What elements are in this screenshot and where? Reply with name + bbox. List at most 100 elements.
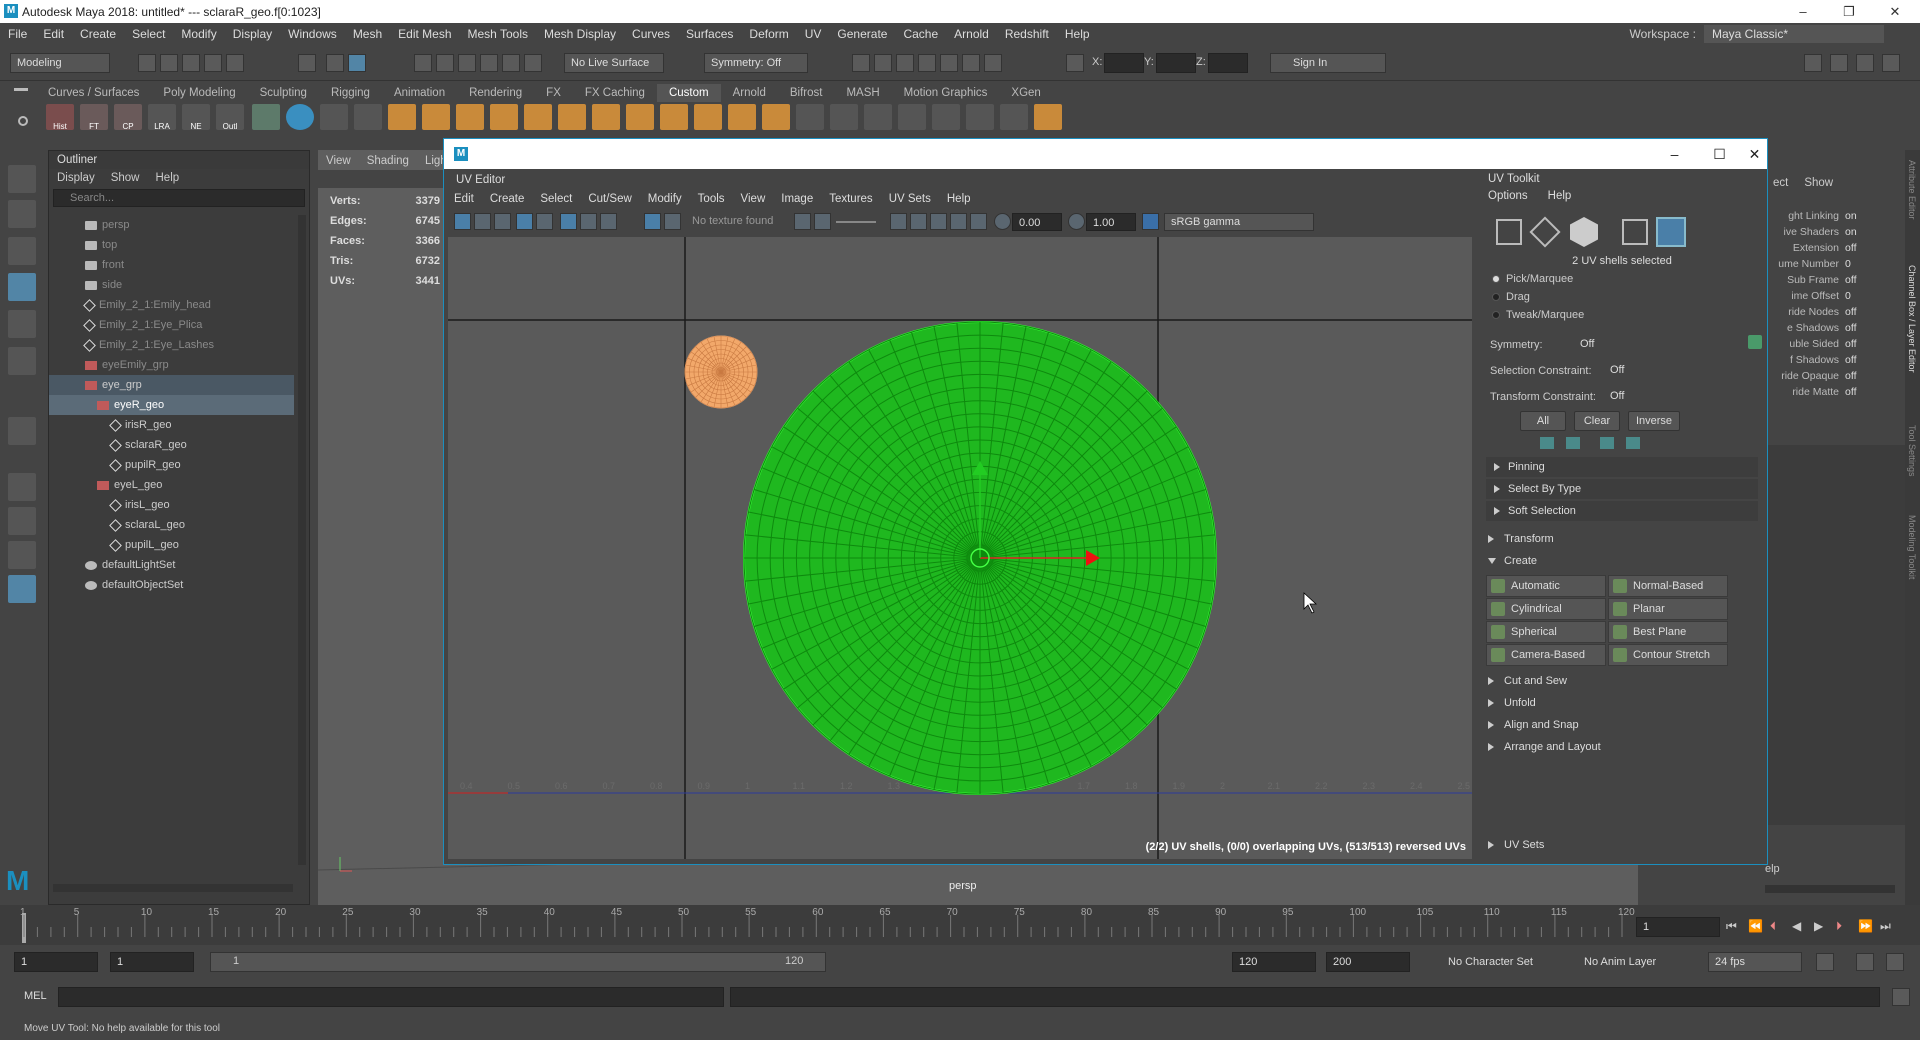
menu-set-dropdown[interactable]: Modeling [10,53,110,73]
playback-end-field[interactable]: 120 [1232,952,1316,972]
section-transform[interactable]: Transform [1480,529,1764,549]
section-cut-and-sew[interactable]: Cut and Sew [1480,671,1764,691]
channel-menu-show[interactable]: Show [1796,177,1841,189]
anim-layer-dropdown[interactable]: No Anim Layer [1584,952,1694,972]
restore-button[interactable]: ❐ [1826,0,1872,23]
cylindrical-projection-button[interactable]: Cylindrical [1486,598,1606,620]
step-forward-key-icon[interactable]: ⏩ [1858,919,1873,933]
outliner-item-defaultobjectset[interactable]: defaultObjectSet [49,575,294,595]
planar-projection-button[interactable]: Planar [1608,598,1728,620]
normal-based-projection-button[interactable]: Normal-Based [1608,575,1728,597]
outliner-item-eyeemily-grp[interactable]: eyeEmily_grp [49,355,294,375]
toolkit-menu-options[interactable]: Options [1478,190,1538,202]
uv-frame-selected-icon[interactable] [910,213,927,230]
uv-colorspace-dropdown[interactable]: sRGB gamma [1164,213,1314,231]
channel-row[interactable]: Extension off [1765,242,1915,258]
uv-editor-titlebar[interactable]: M – ☐ ✕ [444,139,1767,169]
menu-windows[interactable]: Windows [280,27,345,41]
uv-gamma-icon[interactable] [1068,213,1085,230]
outliner-item-irisl-geo[interactable]: irisL_geo [49,495,294,515]
channel-row[interactable]: ime Offset 0 [1765,290,1915,306]
show-manipulator-icon[interactable] [8,417,36,445]
viewport-menu-shading[interactable]: Shading [359,155,417,167]
shelf-tab-fx[interactable]: FX [534,84,573,102]
section-soft-selection[interactable]: Soft Selection [1486,501,1758,521]
outliner-search-input[interactable]: Search... [53,189,305,207]
menu-uv[interactable]: UV [797,27,830,41]
uv-grid-toggle-icon[interactable] [560,213,577,230]
transform-constraint-dropdown[interactable]: Off [1610,387,1710,405]
local-rotation-axes-icon[interactable]: LRA [148,104,176,131]
y-field[interactable] [1156,53,1196,73]
uv-menu-select[interactable]: Select [532,193,580,205]
menu-generate[interactable]: Generate [829,27,895,41]
outliner-item-front[interactable]: front [49,255,294,275]
radio-pick-marquee[interactable] [1492,275,1500,283]
rotate-tool-icon[interactable] [8,310,36,338]
spherical-projection-button[interactable]: Spherical [1486,621,1606,643]
snap-pivot-icon[interactable] [524,54,542,72]
slide-edge-icon[interactable] [932,104,960,130]
section-create[interactable]: Create [1480,551,1764,571]
render-frame-icon[interactable] [852,54,870,72]
uv-texture-borders-icon[interactable] [516,213,533,230]
uv-menu-textures[interactable]: Textures [821,193,880,205]
menu-mesh[interactable]: Mesh [345,27,390,41]
uv-image-display-icon[interactable] [644,213,661,230]
go-to-start-icon[interactable]: ⏮ [1726,919,1737,934]
fps-dropdown[interactable]: 24 fps [1708,952,1802,972]
light-editor-icon[interactable] [962,54,980,72]
menu-edit-mesh[interactable]: Edit Mesh [390,27,459,41]
animation-start-field[interactable]: 1 [14,952,98,972]
single-perspective-layout-icon[interactable] [8,473,36,501]
section-align-and-snap[interactable]: Align and Snap [1480,715,1764,735]
step-back-key-icon[interactable]: ⏪ [1748,919,1763,933]
inverse-button[interactable]: Inverse [1628,411,1680,431]
center-pivot-icon[interactable]: CP [114,104,142,131]
save-scene-icon[interactable] [182,54,200,72]
select-tool-icon[interactable] [8,165,36,193]
outliner-item-persp[interactable]: persp [49,215,294,235]
outliner-item-eye-lashes[interactable]: Emily_2_1:Eye_Lashes [49,335,294,355]
select-hierarchy-icon[interactable] [298,54,316,72]
time-slider[interactable]: 1 5 10 15 20 25 30 35 40 45 50 55 60 65 70 75 80 85 90 95 10… [0,905,1920,945]
uv-color-management-icon[interactable] [794,213,811,230]
shelf-tab-bifrost[interactable]: Bifrost [778,84,835,102]
checker-icon[interactable] [252,104,280,130]
channel-row[interactable]: uble Sided off [1765,338,1915,354]
shelf-tab-mash[interactable]: MASH [834,84,891,102]
render-settings-icon[interactable] [896,54,914,72]
select-all-button[interactable]: All [1520,411,1566,431]
side-tab-tool-settings[interactable]: Tool Settings [1907,425,1917,477]
outliner-item-top[interactable]: top [49,235,294,255]
channel-row[interactable]: ride Nodes off [1765,306,1915,322]
uv-shell-mode-icon[interactable] [1656,217,1686,247]
playback-start-field[interactable]: 1 [110,952,194,972]
current-frame-field[interactable]: 1 [1636,917,1720,937]
play-forwards-icon[interactable]: ▶ [1814,919,1823,933]
multi-cut-icon[interactable] [796,104,824,130]
shelf-tab-custom[interactable]: Custom [656,84,721,102]
menu-curves[interactable]: Curves [624,27,678,41]
outliner-item-side[interactable]: side [49,275,294,295]
hypershade-icon[interactable] [918,54,936,72]
uv-exposure-reset-icon[interactable] [994,213,1011,230]
uv-isolate-icon[interactable] [970,213,987,230]
mel-label[interactable]: MEL [24,990,47,1002]
best-plane-projection-button[interactable]: Best Plane [1608,621,1728,643]
shelf-scroll[interactable] [1900,100,1912,140]
auto-key-icon[interactable] [1856,953,1874,971]
uv-menu-modify[interactable]: Modify [640,193,690,205]
uv-grid-icon[interactable] [454,213,471,230]
clear-button[interactable]: Clear [1574,411,1620,431]
target-weld-icon[interactable] [864,104,892,130]
go-to-end-icon[interactable]: ⏭ [1880,919,1891,934]
persp-outliner-layout-icon[interactable] [8,541,36,569]
channel-row[interactable]: e Shadows off [1765,322,1915,338]
scale-tool-icon[interactable] [8,347,36,375]
lasso-tool-icon[interactable] [8,200,36,228]
pause-viewport-icon[interactable] [984,54,1002,72]
shelf-tab-animation[interactable]: Animation [382,84,457,102]
minimize-button[interactable]: – [1780,0,1826,23]
outliner-menu-display[interactable]: Display [49,172,103,184]
